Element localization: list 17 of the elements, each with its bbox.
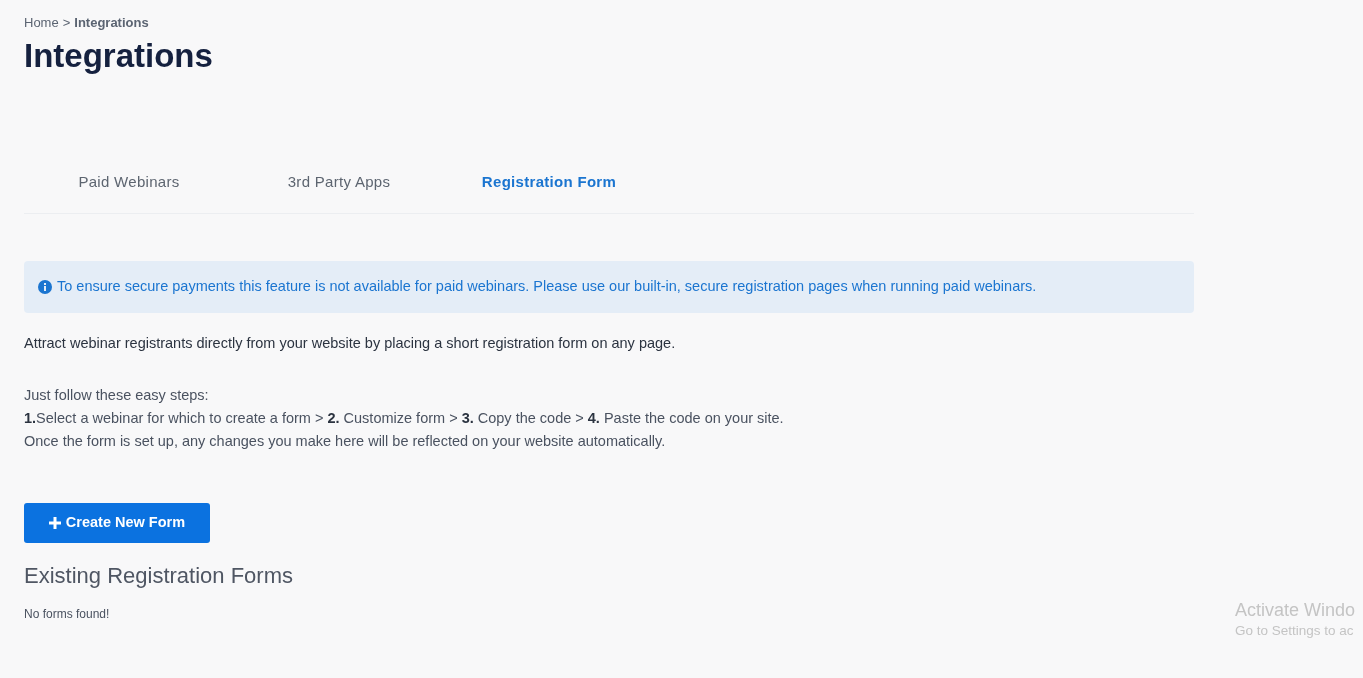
empty-message: No forms found! [24, 606, 111, 624]
instruction-text: Once the form is set up, any changes you make here will be reflected on your website automatically. [24, 432, 667, 452]
section-heading: Existing Registration Forms [24, 562, 294, 591]
instruction-text: Just follow these easy steps: [24, 386, 210, 406]
info-icon [38, 279, 52, 294]
tab[interactable]: Registration Form [444, 167, 654, 198]
breadcrumb-separator: > [62, 14, 71, 32]
intro-text: Attract webinar registrants directly from your website by placing a short registration form on any page. [24, 333, 677, 353]
breadcrumb-current: Integrations [74, 14, 149, 32]
page-title: Integrations [24, 35, 214, 76]
tab[interactable]: Paid Webinars [24, 167, 234, 198]
info-message: To ensure secure payments this feature is not available for paid webinars. Please use our built-in, secure registration pages when running paid webinars. [57, 276, 1037, 296]
tab[interactable]: 3rd Party Apps [234, 167, 444, 198]
instruction-text: 1.Select a webinar for which to create a form > 2. Customize form > 3. Copy the code > 4. Paste the code on your site. [24, 409, 785, 429]
breadcrumb-link[interactable]: Home [24, 13, 59, 33]
plus-icon [48, 517, 61, 530]
create-form-button[interactable]: Create New Form [24, 503, 210, 544]
